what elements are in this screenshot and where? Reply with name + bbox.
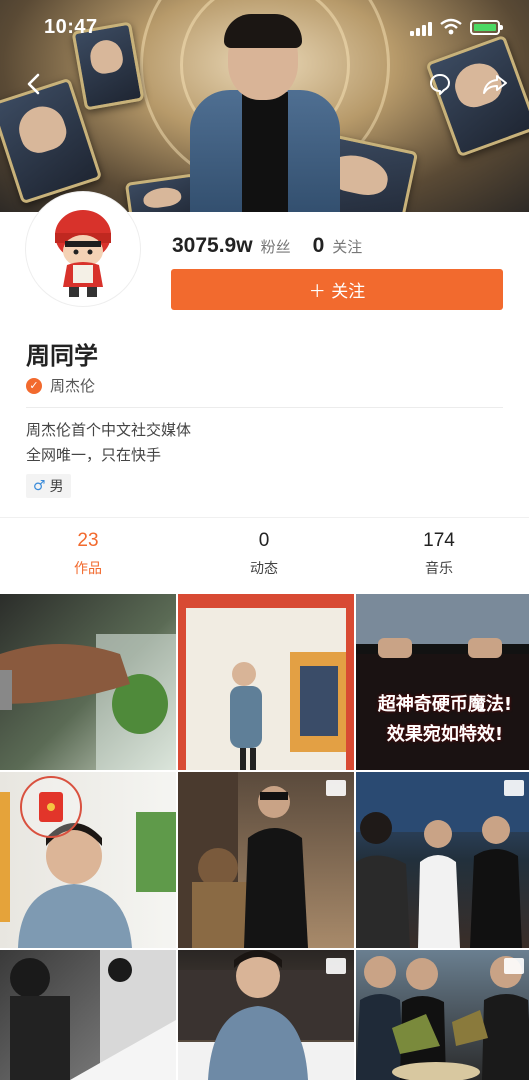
caption-line: 效果宛如特效! (386, 724, 504, 745)
video-grid: 超神奇硬币魔法! 效果宛如特效! (0, 594, 529, 1080)
fans-label[interactable]: 粉丝 (261, 236, 291, 257)
share-icon (483, 75, 507, 94)
gender-label: 男 (49, 479, 64, 495)
following-label[interactable]: 关注 (332, 236, 362, 257)
mojito-hand-image (0, 634, 176, 770)
tab-count: 23 (77, 530, 99, 551)
bio: 周杰伦首个中文社交媒体 全网唯一，只在快手 (26, 418, 191, 468)
bio-line: 全网唯一，只在快手 (26, 446, 162, 464)
profile-info: 3075.9w 粉丝 0 关注 ＋ 关注 周同学 ✓ 周杰伦 周杰伦首个中文社交… (0, 192, 529, 517)
tab-count: 0 (258, 530, 270, 551)
video-thumbnail[interactable] (178, 950, 354, 1080)
profile-tabs: 23 作品 0 动态 174 音乐 (0, 517, 529, 594)
fans-count[interactable]: 3075.9w (172, 234, 253, 258)
comment-button[interactable] (422, 66, 458, 102)
wifi-icon (440, 18, 462, 35)
multi-image-icon (326, 958, 346, 974)
gender-tag: ♂ 男 (26, 474, 71, 498)
following-count[interactable]: 0 (313, 234, 325, 258)
tab-label: 动态 (250, 561, 278, 577)
caption-line: 超神奇硬币魔法! (377, 694, 513, 715)
tab-music[interactable]: 174 音乐 (379, 530, 499, 578)
cartoon-avatar-image (29, 195, 137, 303)
back-arrow-icon (27, 73, 40, 95)
cellular-signal-icon (410, 22, 434, 36)
multi-image-icon (326, 780, 346, 796)
comment-bubble-icon (430, 74, 450, 95)
multi-image-icon (504, 780, 524, 796)
tab-label: 音乐 (425, 561, 453, 577)
video-thumbnail[interactable]: 超神奇硬币魔法! 效果宛如特效! (356, 594, 529, 770)
video-thumbnail[interactable] (0, 950, 176, 1080)
red-packet-icon (39, 792, 63, 822)
verified-label: 周杰伦 (50, 377, 96, 395)
video-thumbnail[interactable] (356, 950, 529, 1080)
gallery-photo-image (186, 608, 346, 770)
piano-playing-image (10, 950, 176, 1080)
divider (26, 407, 503, 408)
battery-icon (470, 20, 503, 35)
back-button[interactable] (16, 66, 52, 102)
stats-row: 3075.9w 粉丝 0 关注 (172, 234, 362, 258)
suitcase-photo-image (178, 772, 308, 948)
status-bar: 10:47 (0, 0, 529, 58)
share-button[interactable] (477, 66, 513, 102)
status-time: 10:47 (44, 16, 98, 38)
video-thumbnail[interactable] (0, 594, 176, 770)
tab-moments[interactable]: 0 动态 (204, 530, 324, 578)
multi-image-icon (504, 958, 524, 974)
profile-banner: 10:47 (0, 0, 529, 212)
profile-name: 周同学 (26, 342, 98, 370)
verified-row: ✓ 周杰伦 (26, 375, 95, 396)
group-photo-image (356, 772, 529, 948)
red-packet-button[interactable] (20, 776, 82, 838)
tab-label: 作品 (74, 561, 102, 577)
video-thumbnail[interactable] (0, 772, 176, 948)
video-thumbnail[interactable] (356, 772, 529, 948)
video-thumbnail[interactable] (178, 772, 354, 948)
follow-button[interactable]: ＋ 关注 (171, 269, 503, 310)
bio-line: 周杰伦首个中文社交媒体 (26, 421, 192, 439)
verified-check-icon: ✓ (26, 377, 42, 394)
tab-count: 174 (423, 530, 455, 551)
video-thumbnail[interactable] (178, 594, 354, 770)
male-icon: ♂ (33, 478, 46, 494)
tab-works[interactable]: 23 作品 (28, 530, 148, 578)
avatar[interactable] (26, 192, 140, 306)
video-caption: 超神奇硬币魔法! 效果宛如特效! (370, 690, 520, 750)
